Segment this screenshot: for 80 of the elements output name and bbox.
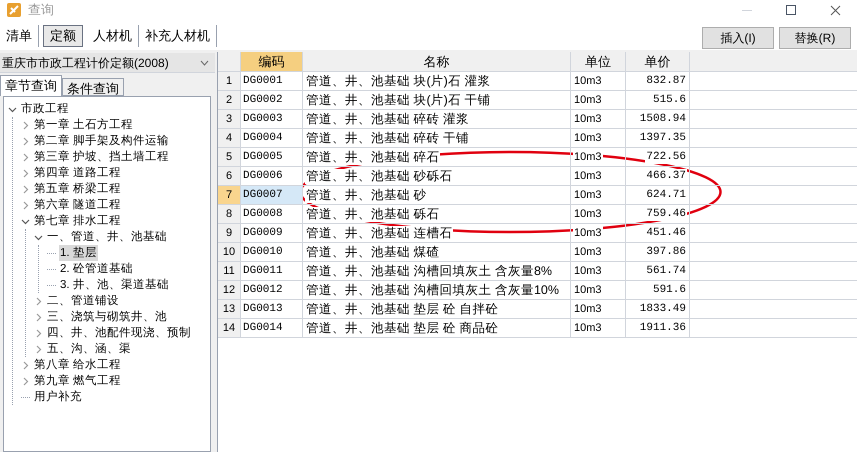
table-cell: DG0011 xyxy=(241,262,303,280)
table-cell: DG0014 xyxy=(241,319,303,337)
table-cell: 管道、井、池基础 块(片)石 干铺 xyxy=(305,92,492,108)
tab[interactable]: 定额 xyxy=(43,25,83,47)
table-cell: DG0008 xyxy=(241,205,303,223)
row-number: 3 xyxy=(218,110,241,128)
tree-item[interactable]: 市政工程 xyxy=(20,101,70,117)
tree-item[interactable]: 第六章 隧道工程 xyxy=(33,197,122,213)
row-number: 13 xyxy=(218,300,241,318)
table-cell: 管道、井、池基础 碎砖 灌浆 xyxy=(305,112,470,126)
table-cell: 管道、井、池基础 块(片)石 灌浆 xyxy=(305,74,492,88)
table-cell: DG0010 xyxy=(241,243,303,261)
table-cell: DG0013 xyxy=(241,300,303,318)
row-number: 10 xyxy=(218,243,241,261)
tab[interactable]: 章节查询 xyxy=(0,75,62,96)
tree-item[interactable]: 一、管道、井、池基础 xyxy=(46,229,168,245)
tree-item[interactable]: 第二章 脚手架及构件运输 xyxy=(33,133,170,149)
row-number: 14 xyxy=(218,319,241,337)
table-cell: DG0012 xyxy=(241,281,303,299)
close-icon xyxy=(830,4,840,16)
tree-item[interactable]: 3. 井、池、渠道基础 xyxy=(59,277,170,293)
row-number: 2 xyxy=(218,91,241,109)
row-number: 7 xyxy=(218,186,241,204)
table-cell: 管道、井、池基础 沟槽回填灰土 含灰量8% xyxy=(305,264,554,278)
column-header[interactable]: 单价 xyxy=(626,52,690,71)
table-cell: DG0001 xyxy=(241,72,303,90)
table-cell: DG0002 xyxy=(241,91,303,109)
chevron-down-icon[interactable] xyxy=(8,104,17,114)
table-cell: 管道、井、池基础 沟槽回填灰土 含灰量10% xyxy=(305,282,560,298)
column-header[interactable]: 单位 xyxy=(571,52,626,71)
row-number: 11 xyxy=(218,262,241,280)
row-number: 8 xyxy=(218,205,241,223)
table-cell: 759.46 xyxy=(645,207,687,221)
tab[interactable]: 清单 xyxy=(0,25,39,47)
table-cell: 722.56 xyxy=(645,150,687,164)
library-dropdown[interactable]: 重庆市市政工程计价定额(2008) xyxy=(0,53,215,73)
table-cell: 管道、井、池基础 垫层 砼 自拌砼 xyxy=(305,302,500,316)
table-cell: 管道、井、池基础 砂 xyxy=(305,188,428,202)
table-cell: 管道、井、池基础 碎砖 干铺 xyxy=(305,130,470,146)
tree-item[interactable]: 第四章 道路工程 xyxy=(33,165,122,181)
action-button[interactable]: 插入(I) xyxy=(702,27,774,49)
tab[interactable]: 补充人材机 xyxy=(139,25,217,47)
table-cell: DG0003 xyxy=(241,110,303,128)
window-title: 查询 xyxy=(28,1,54,20)
tree-item[interactable]: 第七章 排水工程 xyxy=(33,213,122,229)
table-cell: DG0006 xyxy=(241,167,303,185)
table-cell: 管道、井、池基础 连槽石 xyxy=(305,226,454,240)
tree-item[interactable]: 第三章 护坡、挡土墙工程 xyxy=(33,149,170,165)
row-number: 4 xyxy=(218,129,241,147)
tree-item[interactable]: 第九章 燃气工程 xyxy=(33,373,122,389)
table-cell: 管道、井、池基础 砂砾石 xyxy=(305,168,454,184)
row-number: 6 xyxy=(218,167,241,185)
column-header[interactable]: 编码 xyxy=(241,52,303,71)
row-number: 9 xyxy=(218,224,241,242)
tree-item[interactable]: 1. 垫层 xyxy=(59,245,98,261)
table-cell: 管道、井、池基础 煤碴 xyxy=(305,244,440,260)
tree-item[interactable]: 用户补充 xyxy=(33,389,83,405)
tree-item[interactable]: 三、浇筑与砌筑井、池 xyxy=(46,309,168,325)
table-cell: DG0007 xyxy=(241,186,303,204)
tab[interactable]: 人材机 xyxy=(87,25,139,47)
tree-item[interactable]: 2. 砼管道基础 xyxy=(59,261,134,277)
table-cell: 管道、井、池基础 碎石 xyxy=(305,150,440,164)
tree-item[interactable]: 第一章 土石方工程 xyxy=(33,117,134,133)
column-header[interactable]: 名称 xyxy=(303,52,571,71)
tree-item[interactable]: 四、井、池配件现浇、预制 xyxy=(46,325,192,341)
tree-item[interactable]: 第八章 给水工程 xyxy=(33,357,122,373)
tree-item[interactable]: 五、沟、涵、渠 xyxy=(46,341,132,357)
table-cell: DG0004 xyxy=(241,129,303,147)
table-cell: DG0009 xyxy=(241,224,303,242)
tree-item[interactable]: 二、管道铺设 xyxy=(46,293,120,309)
table-cell: 管道、井、池基础 垫层 砼 商品砼 xyxy=(305,320,500,336)
row-number: 1 xyxy=(218,72,241,90)
tree-item[interactable]: 第五章 桥梁工程 xyxy=(33,181,122,197)
chevron-down-icon xyxy=(200,60,209,66)
row-number: 12 xyxy=(218,281,241,299)
tab[interactable]: 条件查询 xyxy=(62,78,124,96)
row-number: 5 xyxy=(218,148,241,166)
table-cell: 管道、井、池基础 砾石 xyxy=(305,206,440,222)
action-button[interactable]: 替换(R) xyxy=(779,27,851,49)
table-cell: DG0005 xyxy=(241,148,303,166)
